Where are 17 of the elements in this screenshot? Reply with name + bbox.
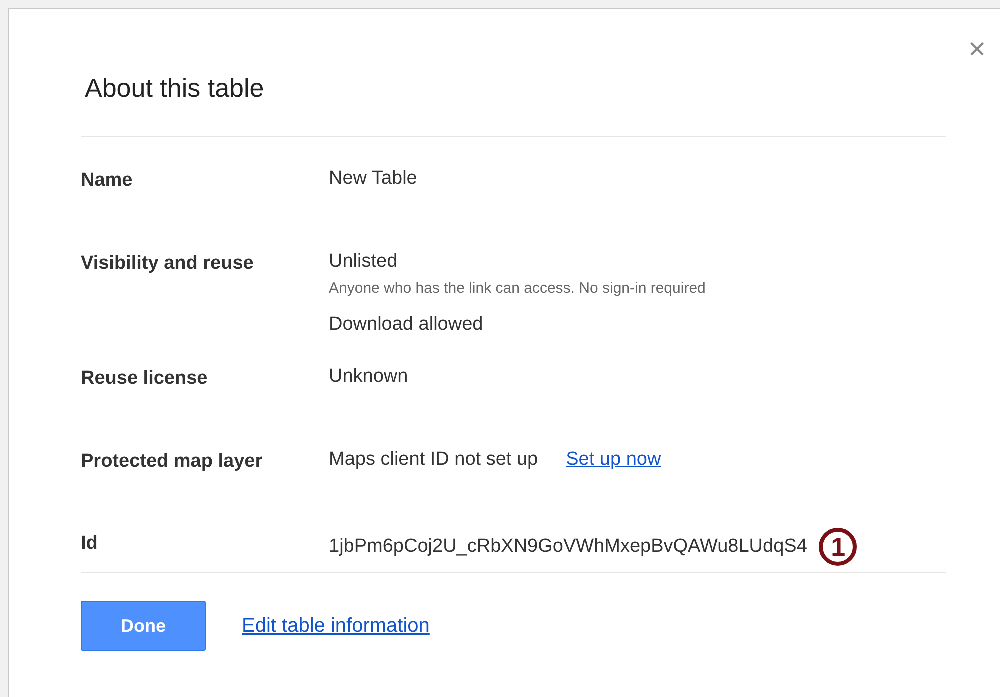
dialog-title: About this table: [84, 72, 266, 105]
field-label: Visibility and reuse: [81, 252, 255, 276]
field-label: Protected map layer: [81, 450, 264, 474]
field-value: Download allowed: [329, 312, 484, 336]
field-label: Id: [81, 532, 99, 556]
field-value: Maps client ID not set up: [329, 448, 538, 472]
field-label: Name: [81, 169, 134, 193]
setup-link[interactable]: Set up now: [566, 446, 662, 474]
field-value: New Table: [329, 167, 418, 191]
field-value: Unknown: [329, 365, 408, 389]
field-value: Unlisted: [329, 250, 398, 274]
edit-info-link[interactable]: Edit table information: [242, 611, 430, 641]
close-button[interactable]: ×: [968, 35, 986, 65]
field-value: 1jbPm6pCoj2U_cRbXN9GoVWhMxepBvQAWu8LUdqS4: [329, 534, 808, 559]
callout-marker: 1: [819, 528, 858, 566]
field-label: Reuse license: [81, 367, 209, 391]
field-note: Anyone who has the link can access. No sign-in required: [329, 279, 706, 299]
